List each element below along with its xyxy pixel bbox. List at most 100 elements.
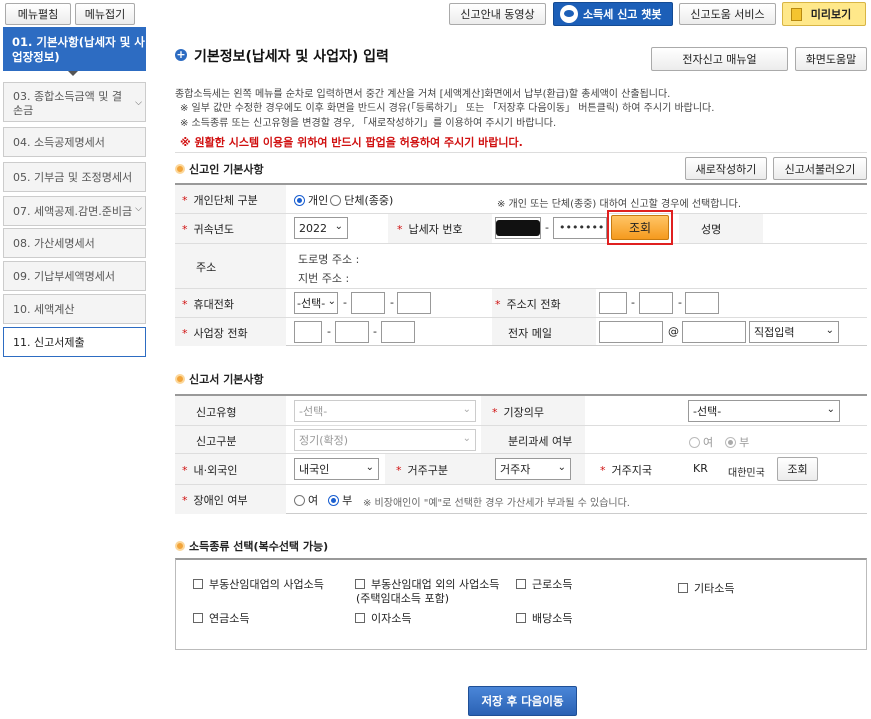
email-domain-select[interactable]: 직접입력 ⌄ [749, 321, 839, 343]
mobile-end-input[interactable] [397, 292, 431, 314]
address-label: 주소 [196, 261, 217, 274]
radio-yes[interactable] [294, 495, 305, 506]
home-phone-1[interactable] [599, 292, 627, 314]
section-title: 신고인 기본사항 [175, 161, 264, 177]
business-phone-1[interactable] [294, 321, 322, 343]
income-option-wage[interactable]: 근로소득 [516, 576, 572, 592]
bullet-icon [175, 164, 185, 174]
checkbox[interactable] [355, 579, 365, 589]
checkbox[interactable] [193, 613, 203, 623]
income-option-rental[interactable]: 부동산임대업의 사업소득 [193, 576, 324, 592]
disabled-radios[interactable]: 여부 [294, 492, 352, 508]
document-icon [791, 8, 802, 21]
sidebar-item-submit[interactable]: 11. 신고서제출 [3, 327, 146, 357]
sidebar-item-basic-info[interactable]: 01. 기본사항(납세자 및 사업장정보) [3, 27, 146, 71]
business-phone-2[interactable] [335, 321, 369, 343]
email-domain-input[interactable] [682, 321, 746, 343]
load-report-button[interactable]: 신고서불러오기 [773, 157, 867, 180]
radio-yes[interactable] [689, 437, 700, 448]
year-select[interactable]: 2022 ⌄ [294, 217, 348, 239]
bullet-icon [175, 541, 185, 551]
country-code: KR [693, 462, 708, 475]
home-phone-3[interactable] [685, 292, 719, 314]
caret-down-icon [68, 71, 78, 76]
report-type-label: 신고유형 [196, 406, 237, 419]
sidebar-item-donation[interactable]: 05. 기부금 및 조정명세서 [3, 162, 146, 192]
radio-group[interactable] [330, 195, 342, 206]
sidebar-item-tax-credit[interactable]: 07. 세액공제.감면.준비금 ⌵ [3, 196, 146, 226]
chevron-down-icon: ⌵ [135, 204, 142, 214]
residence-country-label: * 거주지국 [600, 464, 652, 477]
notice-line3: ※ 소득종류 또는 신고유형을 변경할 경우, 「새로작성하기」를 이용하여 주… [180, 118, 557, 129]
income-option-pension[interactable]: 연금소득 [193, 610, 249, 626]
checkbox[interactable] [516, 579, 526, 589]
country-name: 대한민국 [728, 468, 765, 479]
dash: - [343, 296, 347, 309]
lookup-button[interactable]: 조회 [611, 215, 669, 240]
preview-button[interactable]: 미리보기 [782, 2, 866, 26]
report-class-select[interactable]: 정기(확정) ⌄ [294, 429, 476, 451]
separate-tax-radios[interactable]: 여부 [689, 434, 749, 450]
guide-video-button[interactable]: 신고안내 동영상 [449, 3, 546, 25]
radio-person[interactable] [294, 195, 305, 206]
sidebar-item-label: 03. 종합소득금액 및 결손금 [13, 90, 122, 117]
new-report-button[interactable]: 새로작성하기 [685, 157, 767, 180]
checkbox[interactable] [355, 613, 365, 623]
lot-address: 지번 주소 : [298, 272, 350, 285]
sidebar-item-income[interactable]: 03. 종합소득금액 및 결손금 ⌵ [3, 82, 146, 122]
sidebar-item-deduction[interactable]: 04. 소득공제명세서 [3, 127, 146, 157]
business-phone-3[interactable] [381, 321, 415, 343]
dash: - [327, 325, 331, 338]
popup-warning: ※ 원활한 시스템 이용을 위하여 반드시 팝업을 허용하여 주시기 바랍니다. [180, 136, 523, 149]
screen-help-button[interactable]: 화면도움말 [795, 47, 867, 71]
mobile-label: * 휴대전화 [182, 298, 234, 311]
sidebar-item-label: 07. 세액공제.감면.준비금 [13, 205, 133, 218]
home-phone-label: * 주소지 전화 [495, 298, 561, 311]
home-phone-2[interactable] [639, 292, 673, 314]
collapse-menu-button[interactable]: 메뉴접기 [75, 3, 135, 25]
person-type-note: ※ 개인 또는 단체(종중) 대하여 신고할 경우에 선택합니다. [497, 199, 742, 210]
radio-no[interactable] [328, 495, 340, 506]
redacted-mask [496, 220, 540, 236]
section-title: 소득종류 선택(복수선택 가능) [175, 538, 328, 554]
nationality-label: * 내·외국인 [182, 464, 238, 477]
residence-select[interactable]: 거주자 ⌄ [495, 458, 571, 480]
checkbox[interactable] [678, 583, 688, 593]
taxpayer-no-back[interactable]: ••••••• [553, 217, 607, 239]
nationality-select[interactable]: 내국인 ⌄ [294, 458, 379, 480]
taxpayer-no-label: * 납세자 번호 [397, 223, 463, 236]
label-column [175, 185, 286, 346]
sidebar-item-calc[interactable]: 10. 세액계산 [3, 294, 146, 324]
chatbot-label: 소득세 신고 챗봇 [583, 8, 662, 21]
expand-menu-button[interactable]: 메뉴펼침 [5, 3, 71, 25]
mobile-prefix-select[interactable]: -선택- ⌄ [294, 292, 338, 314]
email-id-input[interactable] [599, 321, 663, 343]
chatbot-button[interactable]: 소득세 신고 챗봇 [553, 2, 673, 26]
notice-line1: 종합소득세는 왼쪽 메뉴를 순차로 입력하면서 중간 계산을 거쳐 [세액계산]… [175, 89, 671, 100]
income-option-other[interactable]: 기타소득 [678, 580, 734, 596]
bookkeeping-select[interactable]: -선택- ⌄ [688, 400, 840, 422]
dash: - [631, 296, 635, 309]
income-option-interest[interactable]: 이자소득 [355, 610, 411, 626]
bookkeeping-label: * 기장의무 [492, 406, 544, 419]
save-next-button[interactable]: 저장 후 다음이동 [468, 686, 577, 716]
person-type-radios[interactable]: 개인 단체(종중) [294, 192, 393, 208]
country-lookup-button[interactable]: 조회 [777, 457, 818, 481]
disabled-note: ※ 비장애인이 "예"로 선택한 경우 가산세가 부과될 수 있습니다. [363, 498, 630, 509]
income-option-dividend[interactable]: 배당소득 [516, 610, 572, 626]
taxpayer-no-front[interactable] [495, 217, 541, 239]
checkbox[interactable] [193, 579, 203, 589]
chatbot-icon [560, 5, 578, 23]
checkbox[interactable] [516, 613, 526, 623]
notice-line2: ※ 일부 값만 수정한 경우에도 이후 화면을 반드시 경유(「등록하기」 또는… [180, 103, 715, 114]
road-address: 도로명 주소 : [298, 253, 360, 266]
e-filing-manual-button[interactable]: 전자신고 매뉴얼 [651, 47, 788, 71]
mobile-mid-input[interactable] [351, 292, 385, 314]
help-service-button[interactable]: 신고도움 서비스 [679, 3, 776, 25]
dash: - [678, 296, 682, 309]
sidebar-item-penalty[interactable]: 08. 가산세명세서 [3, 228, 146, 258]
report-type-select[interactable]: -선택- ⌄ [294, 400, 476, 422]
radio-no[interactable] [725, 437, 737, 448]
email-label: 전자 메일 [508, 327, 552, 340]
sidebar-item-prepaid[interactable]: 09. 기납부세액명세서 [3, 261, 146, 291]
